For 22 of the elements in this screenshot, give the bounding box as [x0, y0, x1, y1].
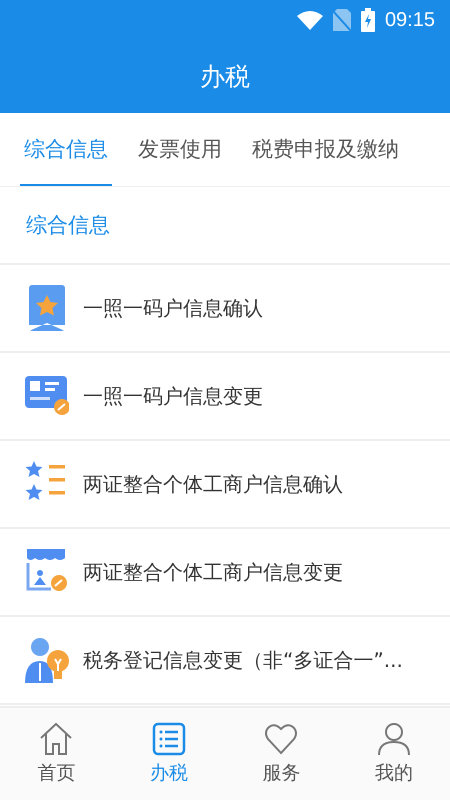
user-icon — [376, 722, 411, 756]
list-icon — [152, 722, 186, 756]
menu-item[interactable]: 两证整合个体工商户信息变更 — [83, 558, 343, 586]
menu-item[interactable]: 两证整合个体工商户信息确认 — [83, 470, 343, 498]
home-icon — [39, 722, 74, 756]
section-title: 综合信息 — [26, 212, 110, 239]
heart-icon — [264, 722, 298, 756]
status-time: 09:15 — [384, 8, 435, 32]
no-sim-icon — [332, 9, 351, 31]
nav-tab[interactable]: 我的 — [338, 708, 450, 800]
menu-item[interactable]: 一照一码户信息变更 — [83, 382, 263, 410]
page-title: 办税 — [200, 61, 250, 93]
wifi-icon — [296, 10, 323, 30]
person-bulb-icon — [25, 637, 69, 683]
tab[interactable]: 税费申报及缴纳 — [248, 113, 403, 186]
nav-tab[interactable]: 首页 — [0, 708, 112, 800]
menu-item[interactable]: 一照一码户信息确认 — [83, 294, 263, 322]
tab[interactable]: 发票使用 — [134, 113, 226, 186]
battery-icon — [360, 8, 375, 32]
menu-item[interactable]: 税务登记信息变更（非“多证合一”... — [83, 646, 403, 674]
nav-tab[interactable]: 服务 — [225, 708, 338, 800]
tab[interactable]: 综合信息 — [20, 113, 112, 186]
